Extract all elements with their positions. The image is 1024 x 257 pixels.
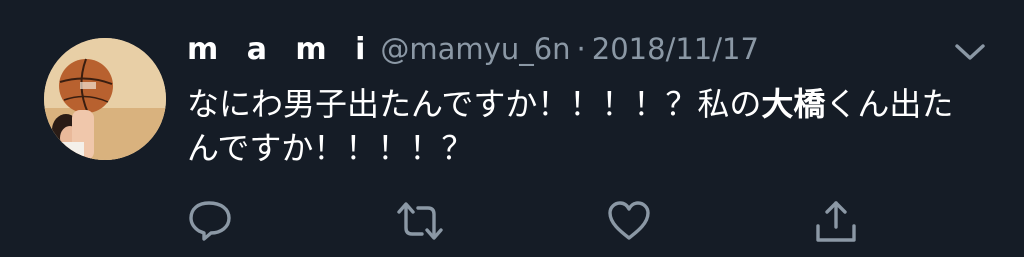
tweet-text-part1: なにわ男子出たんですか！！！！？私の: [187, 85, 762, 123]
separator-dot: ·: [576, 32, 586, 66]
tweet[interactable]: m a m i @mamyu_6n · 2018/11/17 なにわ男子出たんで…: [0, 0, 1024, 257]
avatar[interactable]: [44, 38, 166, 160]
heart-icon[interactable]: [606, 198, 652, 244]
tweet-header: m a m i @mamyu_6n · 2018/11/17: [187, 32, 759, 76]
reply-icon[interactable]: [187, 198, 233, 244]
display-name[interactable]: m a m i: [187, 32, 374, 67]
chevron-down-icon[interactable]: [953, 40, 987, 64]
retweet-icon[interactable]: [395, 198, 445, 244]
action-bar: [0, 198, 1024, 248]
user-handle[interactable]: @mamyu_6n: [380, 32, 570, 66]
tweet-text-bold: 大橋: [761, 85, 826, 123]
tweet-text: なにわ男子出たんですか！！！！？私の大橋くん出たんですか！！！！？: [187, 82, 977, 170]
share-icon[interactable]: [813, 198, 859, 244]
avatar-image: [44, 38, 166, 160]
tweet-date[interactable]: 2018/11/17: [592, 32, 759, 66]
